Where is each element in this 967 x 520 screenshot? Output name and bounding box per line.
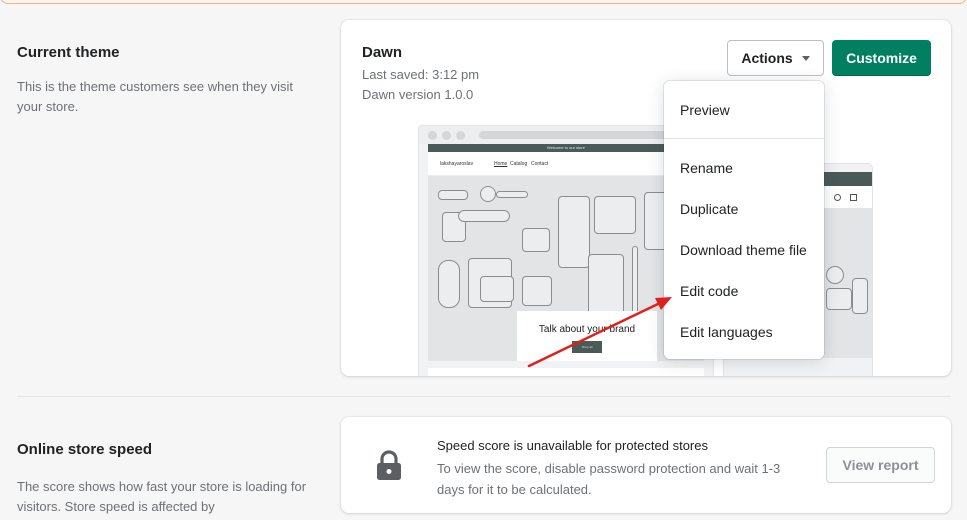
current-theme-card: Dawn Last saved: 3:12 pm Dawn version 1.… (341, 20, 951, 376)
map-icon (522, 276, 552, 306)
preview-nav-item: Contact (531, 161, 549, 167)
camera-lens-icon (558, 196, 590, 268)
menu-divider (664, 138, 824, 139)
preview-store-name: lakshayaroslav (440, 161, 474, 167)
theme-version: Dawn version 1.0.0 (362, 87, 474, 102)
actions-button[interactable]: Actions (727, 40, 824, 76)
search-icon (834, 194, 841, 201)
theme-name: Dawn (362, 44, 403, 61)
watch-icon (826, 266, 844, 284)
menu-item-edit-code[interactable]: Edit code (680, 283, 738, 299)
preview-announcement-bar: Welcome to our store (428, 144, 704, 152)
lock-icon (377, 450, 401, 480)
lens-icon (522, 228, 550, 252)
preview-site-header: lakshayaroslav Home Catalog Contact (428, 152, 704, 176)
camera-lens-icon (852, 278, 868, 314)
preview-hero-image: Talk about your brand Shop all (428, 176, 704, 361)
menu-item-duplicate[interactable]: Duplicate (680, 201, 738, 217)
preview-hero-button: Shop all (572, 341, 602, 353)
preview-hero-text-box: Talk about your brand Shop all (517, 311, 657, 361)
glasses-icon (438, 260, 460, 308)
speed-score-card: Speed score is unavailable for protected… (341, 417, 951, 513)
speed-status-title: Speed score is unavailable for protected… (437, 438, 708, 453)
browser-dot-icon (442, 131, 451, 140)
preview-hero-title: Talk about your brand (538, 324, 636, 335)
section-description-current-theme: This is the theme customers see when the… (17, 79, 294, 114)
browser-dot-icon (456, 131, 465, 140)
preview-nav-item: Catalog (510, 161, 528, 167)
section-divider (17, 396, 951, 397)
caret-down-icon (801, 55, 810, 61)
watch-icon (480, 186, 496, 202)
camera-icon (826, 288, 852, 310)
menu-item-preview[interactable]: Preview (680, 102, 730, 118)
menu-item-edit-languages[interactable]: Edit languages (680, 324, 773, 340)
cart-icon (850, 194, 857, 201)
theme-last-saved: Last saved: 3:12 pm (362, 67, 480, 82)
section-title-current-theme: Current theme (17, 44, 120, 61)
current-theme-section: Current theme This is the theme customer… (17, 44, 307, 117)
section-description-online-store-speed: The score shows how fast your store is l… (17, 479, 307, 514)
menu-item-download-theme-file[interactable]: Download theme file (680, 242, 807, 258)
cable-icon (458, 210, 510, 222)
browser-url-bar (479, 131, 689, 139)
actions-menu: Preview Rename Duplicate Download theme … (664, 81, 824, 359)
pen-icon (632, 246, 638, 316)
preview-footer (428, 368, 704, 376)
watch-strap-icon (438, 190, 468, 200)
customize-button[interactable]: Customize (832, 40, 931, 76)
camera-icon (480, 276, 514, 302)
notebook-icon (588, 254, 624, 316)
actions-button-label: Actions (741, 50, 793, 66)
browser-dot-icon (428, 131, 437, 140)
online-store-speed-section: Online store speed The score shows how f… (17, 441, 307, 517)
speed-status-description: To view the score, disable password prot… (437, 461, 781, 497)
menu-item-rename[interactable]: Rename (680, 160, 733, 176)
view-report-button[interactable]: View report (826, 447, 935, 483)
warning-banner (0, 0, 967, 4)
camera-icon (594, 196, 636, 234)
preview-nav-item: Home (494, 161, 508, 167)
section-title-online-store-speed: Online store speed (17, 441, 153, 458)
watch-strap-icon (496, 191, 528, 198)
